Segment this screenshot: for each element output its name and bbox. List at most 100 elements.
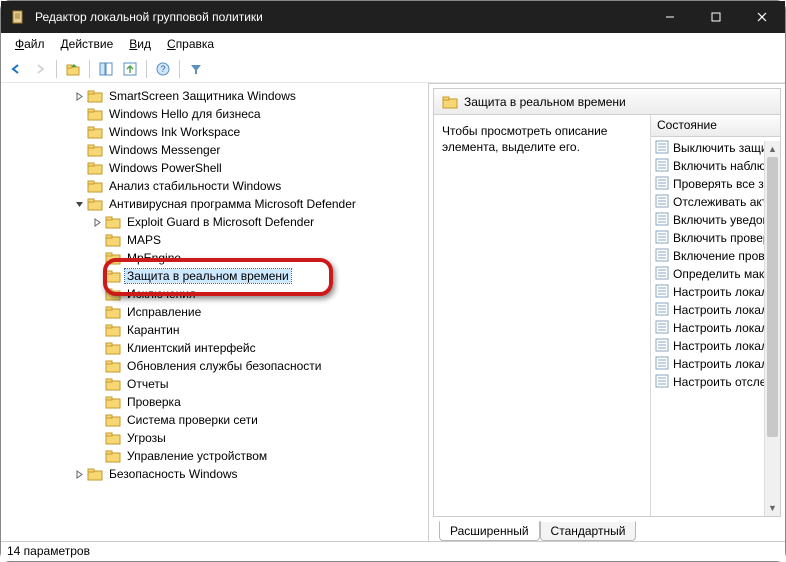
expander-icon[interactable] — [91, 450, 103, 462]
svg-text:?: ? — [160, 64, 165, 74]
tree-item[interactable]: Безопасность Windows — [1, 465, 428, 483]
tree-item-label: Система проверки сети — [125, 413, 260, 427]
expander-icon[interactable] — [73, 144, 85, 156]
expander-icon[interactable] — [73, 198, 85, 210]
tree-item[interactable]: Угрозы — [1, 429, 428, 447]
tree-item[interactable]: Клиентский интерфейс — [1, 339, 428, 357]
expander-icon[interactable] — [91, 342, 103, 354]
titlebar: Редактор локальной групповой политики — [1, 1, 785, 33]
expander-icon[interactable] — [73, 162, 85, 174]
tree-item-label: SmartScreen Защитника Windows — [107, 89, 298, 103]
help-button[interactable]: ? — [152, 58, 174, 80]
tree-item-label: Управление устройством — [125, 449, 269, 463]
tree-item[interactable]: Исключения — [1, 285, 428, 303]
maximize-button[interactable] — [693, 1, 739, 33]
expander-icon[interactable] — [91, 324, 103, 336]
tree-item[interactable]: Windows Ink Workspace — [1, 123, 428, 141]
expander-icon[interactable] — [91, 234, 103, 246]
tree-item[interactable]: Анализ стабильности Windows — [1, 177, 428, 195]
tree-item-label: MpEngine — [125, 251, 183, 265]
expander-icon[interactable] — [73, 468, 85, 480]
tree-item[interactable]: Windows Messenger — [1, 141, 428, 159]
policy-item[interactable]: Настроить отслежи — [651, 373, 780, 391]
nav-forward-button[interactable] — [29, 58, 51, 80]
expander-icon[interactable] — [73, 90, 85, 102]
policy-item[interactable]: Включение провер — [651, 247, 780, 265]
policy-icon — [655, 248, 673, 265]
policy-item[interactable]: Настроить локальн — [651, 301, 780, 319]
policy-icon — [655, 356, 673, 373]
policy-item[interactable]: Настроить локальн — [651, 355, 780, 373]
tree-item[interactable]: SmartScreen Защитника Windows — [1, 87, 428, 105]
policy-item[interactable]: Включить наблюде — [651, 157, 780, 175]
scrollbar-thumb[interactable] — [767, 157, 778, 437]
nav-back-button[interactable] — [5, 58, 27, 80]
policy-item[interactable]: Включить уведомле — [651, 211, 780, 229]
policy-icon — [655, 338, 673, 355]
details-tabs: Расширенный Стандартный — [433, 517, 781, 541]
window-title: Редактор локальной групповой политики — [35, 10, 263, 24]
scrollbar[interactable]: ▲ ▼ — [764, 141, 780, 516]
tree-item-label: Исправление — [125, 305, 203, 319]
menu-file[interactable]: Файл — [7, 35, 53, 53]
policy-item[interactable]: Выключить защиту — [651, 139, 780, 157]
policy-icon — [655, 194, 673, 211]
policy-item[interactable]: Настроить локальн — [651, 283, 780, 301]
tree-item-label: Защита в реальном времени — [125, 269, 291, 283]
expander-icon[interactable] — [91, 432, 103, 444]
tree-item[interactable]: Защита в реальном времени — [1, 267, 428, 285]
tree-item[interactable]: Проверка — [1, 393, 428, 411]
minimize-button[interactable] — [647, 1, 693, 33]
column-header-state[interactable]: Состояние — [651, 115, 780, 137]
policy-item[interactable]: Проверять все загру — [651, 175, 780, 193]
tree-item[interactable]: Windows Hello для бизнеса — [1, 105, 428, 123]
tree-item[interactable]: Карантин — [1, 321, 428, 339]
tree-item[interactable]: Exploit Guard в Microsoft Defender — [1, 213, 428, 231]
scroll-down-icon[interactable]: ▼ — [765, 500, 780, 516]
tree-item-label: Обновления службы безопасности — [125, 359, 323, 373]
show-hide-tree-button[interactable] — [95, 58, 117, 80]
tree-item[interactable]: MAPS — [1, 231, 428, 249]
expander-icon[interactable] — [91, 252, 103, 264]
tree-item[interactable]: Антивирусная программа Microsoft Defende… — [1, 195, 428, 213]
tree-item-label: Анализ стабильности Windows — [107, 179, 283, 193]
expander-icon[interactable] — [91, 270, 103, 282]
menubar: Файл Действие Вид Справка — [1, 33, 785, 55]
expander-icon[interactable] — [91, 414, 103, 426]
expander-icon[interactable] — [91, 216, 103, 228]
tree-item[interactable]: Система проверки сети — [1, 411, 428, 429]
export-list-button[interactable] — [119, 58, 141, 80]
close-button[interactable] — [739, 1, 785, 33]
tree-item[interactable]: MpEngine — [1, 249, 428, 267]
policy-item[interactable]: Отслеживать активн — [651, 193, 780, 211]
statusbar: 14 параметров — [1, 541, 785, 561]
policy-item[interactable]: Настроить локальн — [651, 337, 780, 355]
up-level-button[interactable] — [62, 58, 84, 80]
tab-standard[interactable]: Стандартный — [540, 521, 637, 541]
filter-button[interactable] — [185, 58, 207, 80]
policy-icon — [655, 374, 673, 391]
policy-item[interactable]: Определить максим — [651, 265, 780, 283]
menu-help[interactable]: Справка — [159, 35, 222, 53]
tree-item-label: Антивирусная программа Microsoft Defende… — [107, 197, 358, 211]
tree-item[interactable]: Windows PowerShell — [1, 159, 428, 177]
tab-extended[interactable]: Расширенный — [439, 521, 540, 541]
expander-icon[interactable] — [91, 306, 103, 318]
expander-icon[interactable] — [91, 288, 103, 300]
expander-icon[interactable] — [73, 126, 85, 138]
expander-icon[interactable] — [73, 180, 85, 192]
menu-action[interactable]: Действие — [53, 35, 122, 53]
scroll-up-icon[interactable]: ▲ — [765, 141, 780, 157]
main-area: SmartScreen Защитника Windows Windows Hel… — [1, 83, 785, 541]
expander-icon[interactable] — [73, 108, 85, 120]
tree-item[interactable]: Исправление — [1, 303, 428, 321]
tree-item[interactable]: Обновления службы безопасности — [1, 357, 428, 375]
menu-view[interactable]: Вид — [121, 35, 159, 53]
expander-icon[interactable] — [91, 396, 103, 408]
policy-item[interactable]: Включить проверку — [651, 229, 780, 247]
tree-item[interactable]: Управление устройством — [1, 447, 428, 465]
expander-icon[interactable] — [91, 378, 103, 390]
tree-item[interactable]: Отчеты — [1, 375, 428, 393]
expander-icon[interactable] — [91, 360, 103, 372]
policy-item[interactable]: Настроить локальн — [651, 319, 780, 337]
